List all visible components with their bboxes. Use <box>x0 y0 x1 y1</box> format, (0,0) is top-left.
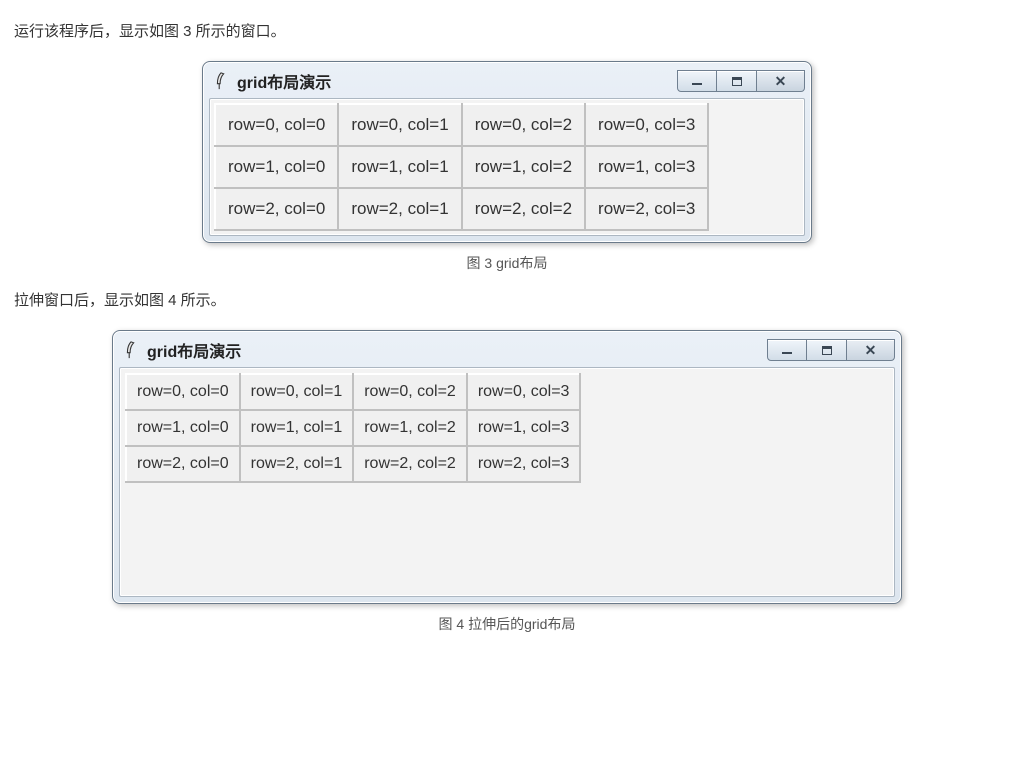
window-controls: ✕ <box>677 70 805 92</box>
table-row: row=1, col=0 row=1, col=1 row=1, col=2 r… <box>215 146 708 188</box>
grid-cell: row=1, col=0 <box>126 410 240 446</box>
feather-icon <box>213 71 229 91</box>
intro-text-4: 拉伸窗口后，显示如图 4 所示。 <box>14 289 1002 310</box>
client-area: row=0, col=0 row=0, col=1 row=0, col=2 r… <box>119 367 895 597</box>
grid-cell: row=2, col=3 <box>467 446 581 482</box>
table-row: row=0, col=0 row=0, col=1 row=0, col=2 r… <box>126 374 580 410</box>
grid-cell: row=2, col=2 <box>462 188 585 230</box>
grid-cell: row=1, col=1 <box>338 146 461 188</box>
minimize-icon <box>692 83 702 85</box>
minimize-icon <box>782 352 792 354</box>
close-button[interactable]: ✕ <box>757 70 805 92</box>
figure-caption-3: 图 3 grid布局 <box>12 253 1002 273</box>
grid-cell: row=0, col=0 <box>215 104 338 146</box>
grid-cell: row=0, col=2 <box>353 374 467 410</box>
window-fig4: grid布局演示 ✕ row=0, col=0 row=0, col=1 row… <box>112 330 902 604</box>
minimize-button[interactable] <box>677 70 717 92</box>
grid-cell: row=0, col=1 <box>240 374 354 410</box>
grid-cell: row=0, col=2 <box>462 104 585 146</box>
window-title: grid布局演示 <box>237 69 331 93</box>
maximize-icon <box>822 346 832 355</box>
close-icon: ✕ <box>865 343 877 357</box>
client-area: row=0, col=0 row=0, col=1 row=0, col=2 r… <box>209 98 805 236</box>
close-icon: ✕ <box>775 74 787 88</box>
grid-cell: row=2, col=1 <box>240 446 354 482</box>
table-row: row=2, col=0 row=2, col=1 row=2, col=2 r… <box>126 446 580 482</box>
feather-icon <box>123 340 139 360</box>
grid-cell: row=1, col=3 <box>467 410 581 446</box>
titlebar[interactable]: grid布局演示 ✕ <box>119 337 895 367</box>
figure-caption-4: 图 4 拉伸后的grid布局 <box>12 614 1002 634</box>
grid-table: row=0, col=0 row=0, col=1 row=0, col=2 r… <box>214 103 709 231</box>
table-row: row=0, col=0 row=0, col=1 row=0, col=2 r… <box>215 104 708 146</box>
close-button[interactable]: ✕ <box>847 339 895 361</box>
grid-cell: row=2, col=1 <box>338 188 461 230</box>
maximize-button[interactable] <box>807 339 847 361</box>
grid-cell: row=1, col=1 <box>240 410 354 446</box>
intro-text-3: 运行该程序后，显示如图 3 所示的窗口。 <box>14 20 1002 41</box>
grid-cell: row=0, col=1 <box>338 104 461 146</box>
grid-cell: row=1, col=2 <box>462 146 585 188</box>
window-controls: ✕ <box>767 339 895 361</box>
window-title: grid布局演示 <box>147 338 241 362</box>
grid-table: row=0, col=0 row=0, col=1 row=0, col=2 r… <box>125 373 581 483</box>
table-row: row=2, col=0 row=2, col=1 row=2, col=2 r… <box>215 188 708 230</box>
grid-cell: row=1, col=3 <box>585 146 708 188</box>
window-fig3: grid布局演示 ✕ row=0, col=0 row=0, col=1 row… <box>202 61 812 243</box>
minimize-button[interactable] <box>767 339 807 361</box>
grid-cell: row=2, col=0 <box>215 188 338 230</box>
maximize-icon <box>732 77 742 86</box>
titlebar[interactable]: grid布局演示 ✕ <box>209 68 805 98</box>
grid-cell: row=0, col=3 <box>467 374 581 410</box>
grid-cell: row=2, col=0 <box>126 446 240 482</box>
table-row: row=1, col=0 row=1, col=1 row=1, col=2 r… <box>126 410 580 446</box>
maximize-button[interactable] <box>717 70 757 92</box>
grid-cell: row=0, col=3 <box>585 104 708 146</box>
grid-cell: row=1, col=2 <box>353 410 467 446</box>
grid-cell: row=2, col=2 <box>353 446 467 482</box>
grid-cell: row=1, col=0 <box>215 146 338 188</box>
grid-cell: row=2, col=3 <box>585 188 708 230</box>
grid-cell: row=0, col=0 <box>126 374 240 410</box>
